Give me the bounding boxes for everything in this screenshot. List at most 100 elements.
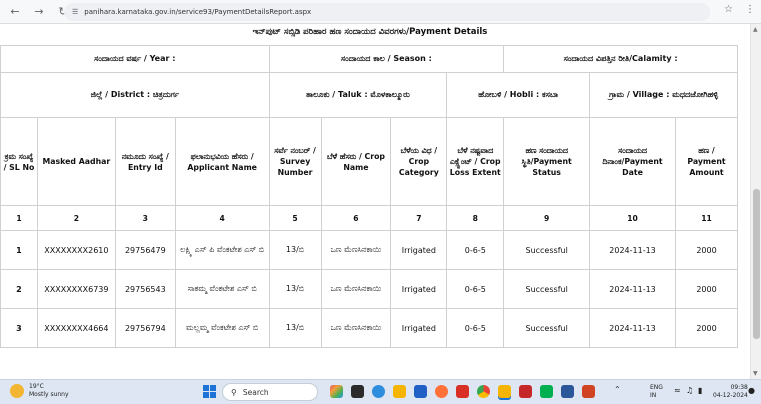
column-number: 11 <box>674 205 739 231</box>
chrome-icon[interactable] <box>477 385 490 398</box>
cell-payment-status: Successful <box>503 269 591 309</box>
clock[interactable]: 09:38 04-12-2024 <box>713 384 748 400</box>
site-info-icon[interactable]: ☰ <box>72 8 78 16</box>
browser-toolbar: ← → ↻ ☰ panihara.karnataka.gov.in/servic… <box>0 0 761 24</box>
volume-icon[interactable]: ♫ <box>686 387 693 395</box>
table-row: 1 XXXXXXXX2610 29756479 ಲಕ್ಷ್ಮಿ ಎಸ್ ಪಿ ವ… <box>0 230 739 270</box>
weather-desc: Mostly sunny <box>29 391 69 398</box>
firefox-icon[interactable] <box>435 385 448 398</box>
app-icon-green[interactable] <box>540 385 553 398</box>
column-number: 8 <box>446 205 505 231</box>
lang-line-2: IN <box>650 392 657 399</box>
microsoft-store-icon[interactable] <box>414 385 427 398</box>
cell-payment-amount: 2000 <box>674 308 739 348</box>
url-text: panihara.karnataka.gov.in/service93/Paym… <box>84 8 312 16</box>
season-label: ಸಂದಾಯದ ಕಾಲ / Season : <box>268 45 505 73</box>
powerpoint-icon[interactable] <box>582 385 595 398</box>
report-page: ಇನ್‌ಪುಟ್ ಸಬ್ಸಿಡಿ ಪರಿಹಾರ ಹಣ ಸಂದಾಯದ ವಿವರಗಳ… <box>0 24 750 379</box>
cell-sl-no: 1 <box>0 230 38 270</box>
cell-payment-date: 2024-11-13 <box>589 269 676 309</box>
taluk-label: ತಾಲೂಕು / Taluk : ಮೊಳಕಾಲ್ಮೂರು <box>268 72 448 118</box>
col-header-applicant-name: ಫಲಾನುಭವಿಯ ಹೆಸರು / Applicant Name <box>174 117 270 206</box>
cell-applicant-name: ಮಲ್ಲಮ್ಮ ವೆಂಕಟೇಶ ಎಸ್ ಬಿ <box>174 308 270 348</box>
back-arrow-icon[interactable]: ← <box>6 3 24 21</box>
cell-payment-status: Successful <box>503 230 591 270</box>
cell-payment-status: Successful <box>503 308 591 348</box>
notification-bell-icon[interactable]: ● <box>748 387 755 395</box>
cell-applicant-name: ಸಾಕಮ್ಮ ವೆಂಕಟೇಶ ಎಸ್ ಬಿ <box>174 269 270 309</box>
column-number: 4 <box>174 205 270 231</box>
column-number-row: 1 2 3 4 5 6 7 8 9 10 11 <box>0 205 739 231</box>
column-number: 9 <box>503 205 591 231</box>
district-label: ಜಿಲ್ಲೆ / District : ಚಿತ್ರದುರ್ಗ <box>0 72 270 118</box>
windows-start-icon[interactable] <box>203 385 216 398</box>
forward-arrow-icon[interactable]: → <box>30 3 48 21</box>
cell-crop-category: Irrigated <box>390 269 448 309</box>
cell-survey-number: 13/ಬಿ <box>268 269 322 309</box>
col-header-sl-no: ಕ್ರಮ ಸಂಖ್ಯೆ / SL No <box>0 117 38 206</box>
cell-survey-number: 13/ಬಿ <box>268 308 322 348</box>
cell-crop-name: ಒಣ ಮೆಣಸಿನಕಾಯಿ <box>320 269 392 309</box>
lang-line-1: ENG <box>650 384 663 391</box>
task-view-icon[interactable] <box>351 385 364 398</box>
scroll-up-arrow-icon[interactable]: ▲ <box>753 26 758 33</box>
scrollbar-thumb[interactable] <box>753 189 760 339</box>
cell-payment-date: 2024-11-13 <box>589 230 676 270</box>
battery-icon[interactable]: ▮ <box>698 387 702 395</box>
tray-chevron-icon[interactable]: ⌃ <box>614 386 621 394</box>
copilot-icon[interactable] <box>330 385 343 398</box>
payment-details-table: ಸಂದಾಯದ ವರ್ಷ / Year : ಸಂದಾಯದ ಕಾಲ / Season… <box>0 45 739 348</box>
col-header-payment-date: ಸಂದಾಯದ ದಿನಾಂಕ/Payment Date <box>589 117 676 206</box>
app-icon-red[interactable] <box>456 385 469 398</box>
cell-sl-no: 3 <box>0 308 38 348</box>
column-number: 1 <box>0 205 38 231</box>
taskbar-search-placeholder: Search <box>242 387 269 397</box>
column-number: 10 <box>589 205 676 231</box>
col-header-crop-category: ಬೆಳೆಯ ವಿಧ / Crop Category <box>390 117 448 206</box>
app-icon-pdf[interactable] <box>519 385 532 398</box>
filter-row-1: ಸಂದಾಯದ ವರ್ಷ / Year : ಸಂದಾಯದ ಕಾಲ / Season… <box>0 45 738 73</box>
file-explorer-icon[interactable] <box>393 385 406 398</box>
col-header-entry-id: ನಮೂದು ಸಂಖ್ಯೆ / Entry Id <box>114 117 176 206</box>
scroll-down-arrow-icon[interactable]: ▼ <box>753 370 758 377</box>
cell-masked-aadhar: XXXXXXXX4664 <box>36 308 116 348</box>
edge-browser-icon[interactable] <box>372 385 385 398</box>
active-app-icon[interactable] <box>498 385 511 398</box>
weather-widget[interactable]: 19°C Mostly sunny <box>10 383 69 399</box>
year-label: ಸಂದಾಯದ ವರ್ಷ / Year : <box>0 45 270 73</box>
report-title: ಇನ್‌ಪುಟ್ ಸಬ್ಸಿಡಿ ಪರಿಹಾರ ಹಣ ಸಂದಾಯದ ವಿವರಗಳ… <box>252 27 488 37</box>
clock-date: 04-12-2024 <box>713 392 748 399</box>
village-label: ಗ್ರಾಮ / Village : ಮಧದಜೋಗಿಹಳ್ಳಿ <box>589 72 738 118</box>
column-number: 6 <box>320 205 392 231</box>
col-header-payment-status: ಹಣ ಸಂದಾಯದ ಸ್ಥಿತಿ/Payment Status <box>503 117 591 206</box>
cell-entry-id: 29756479 <box>114 230 176 270</box>
cell-entry-id: 29756543 <box>114 269 176 309</box>
column-number: 3 <box>114 205 176 231</box>
wifi-icon[interactable]: ≈ <box>674 387 681 395</box>
col-header-payment-amount: ಹಣ / Payment Amount <box>674 117 739 206</box>
windows-taskbar: 19°C Mostly sunny ⚲ Search ⌃ ENG IN ≈ ♫ … <box>0 379 761 404</box>
taskbar-search[interactable]: ⚲ Search <box>222 383 318 401</box>
hobli-label: ಹೋಬಳಿ / Hobli : ಕಸಬಾ <box>446 72 591 118</box>
cell-crop-loss-extent: 0-6-5 <box>446 308 505 348</box>
table-row: 2 XXXXXXXX6739 29756543 ಸಾಕಮ್ಮ ವೆಂಕಟೇಶ ಎ… <box>0 269 739 309</box>
col-header-crop-loss-extent: ಬೆಳೆ ನಷ್ಟವಾದ ಎಕ್ಸ್ಟೆಂಟ್ / Crop Loss Exte… <box>446 117 505 206</box>
column-number: 7 <box>390 205 448 231</box>
language-indicator[interactable]: ENG IN <box>650 384 663 400</box>
cell-payment-amount: 2000 <box>674 230 739 270</box>
word-icon[interactable] <box>561 385 574 398</box>
bookmark-star-icon[interactable]: ☆ <box>724 4 733 15</box>
browser-menu-icon[interactable]: ⋮ <box>745 4 755 15</box>
page-scrollbar[interactable]: ▲ ▼ <box>750 24 761 379</box>
cell-masked-aadhar: XXXXXXXX6739 <box>36 269 116 309</box>
search-icon: ⚲ <box>231 387 237 397</box>
sun-icon <box>10 384 24 398</box>
cell-payment-date: 2024-11-13 <box>589 308 676 348</box>
filter-row-2: ಜಿಲ್ಲೆ / District : ಚಿತ್ರದುರ್ಗ ತಾಲೂಕು / … <box>0 72 738 118</box>
cell-applicant-name: ಲಕ್ಷ್ಮಿ ಎಸ್ ಪಿ ವೆಂಕಟೇಶ ಎಸ್ ಬಿ <box>174 230 270 270</box>
cell-sl-no: 2 <box>0 269 38 309</box>
column-number: 5 <box>268 205 322 231</box>
cell-crop-name: ಒಣ ಮೆಣಸಿನಕಾಯಿ <box>320 308 392 348</box>
address-bar[interactable]: ☰ panihara.karnataka.gov.in/service93/Pa… <box>64 3 710 21</box>
column-number: 2 <box>36 205 116 231</box>
